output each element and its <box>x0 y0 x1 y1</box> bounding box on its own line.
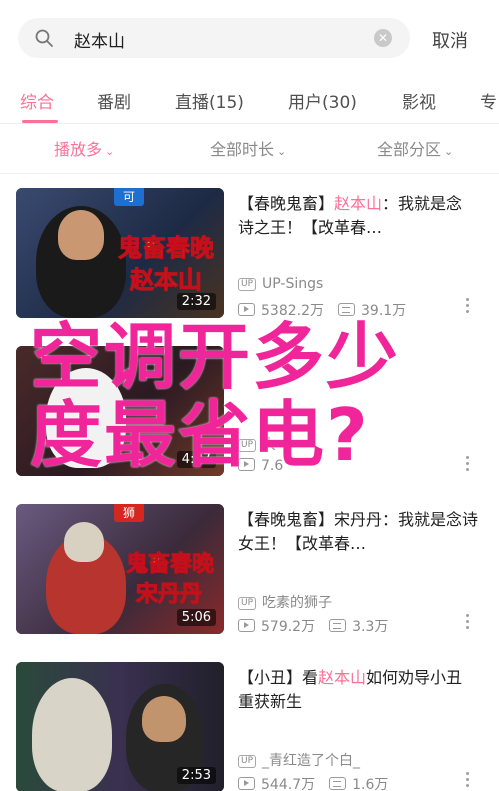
up-icon: UP <box>238 755 257 768</box>
filter-bar: 播放多 ⌄ 全部时长 ⌄ 全部分区 ⌄ <box>0 126 499 174</box>
search-bar-row: 赵本山 ✕ 取消 <box>0 0 499 74</box>
thumbnail-caption: 赵本山 <box>130 266 203 295</box>
more-options-icon[interactable] <box>466 614 470 632</box>
more-options-icon[interactable] <box>466 298 470 316</box>
overlay-line-2: 度最省电? <box>30 393 370 477</box>
video-duration: 2:53 <box>176 767 216 784</box>
cancel-button[interactable]: 取消 <box>432 27 468 53</box>
uploader[interactable]: UP 吃素的狮子 <box>238 592 332 612</box>
search-icon <box>35 29 53 47</box>
filter-duration[interactable]: 全部时长 ⌄ <box>210 136 286 160</box>
filter-sort-label: 播放多 <box>54 140 103 159</box>
tab-users[interactable]: 用户(30) <box>288 88 357 113</box>
tab-active-indicator <box>22 120 58 123</box>
tab-bangumi[interactable]: 番剧 <box>97 88 131 113</box>
danmaku-icon <box>329 777 347 790</box>
uploader[interactable]: UP _青红造了个白_ <box>238 750 360 770</box>
filter-zone-label: 全部分区 <box>377 140 442 159</box>
video-badge: 狮 <box>114 504 144 522</box>
chevron-down-icon: ⌄ <box>444 145 454 158</box>
overlay-headline: 空调开多少 度最省电? <box>30 318 490 474</box>
tab-bar: 综合 番剧 直播(15) 用户(30) 影视 专 <box>0 80 499 124</box>
tab-movies[interactable]: 影视 <box>402 88 436 113</box>
video-stats: 579.2万 3.3万 <box>238 616 388 636</box>
video-title[interactable]: 【春晚鬼畜】赵本山：我就是念诗之王！【改革春… <box>238 192 478 240</box>
danmaku-icon <box>329 619 347 632</box>
overlay-line-1: 空调开多少 <box>30 315 401 399</box>
filter-sort[interactable]: 播放多 ⌄ <box>54 136 114 160</box>
video-thumbnail[interactable]: 狮 鬼畜春晚 宋丹丹 5:06 <box>16 504 224 634</box>
list-item[interactable]: 狮 鬼畜春晚 宋丹丹 5:06 【春晚鬼畜】宋丹丹：我就是念诗女王！【改革春… … <box>0 504 499 654</box>
video-thumbnail[interactable]: 可 鬼畜春晚 赵本山 2:32 <box>16 188 224 318</box>
thumbnail-caption: 鬼畜春晚 <box>125 552 214 578</box>
video-title[interactable]: 【小丑】看赵本山如何劝导小丑重获新生 <box>238 666 478 714</box>
chevron-down-icon: ⌄ <box>277 145 287 158</box>
video-thumbnail[interactable]: 2:53 <box>16 662 224 791</box>
more-options-icon[interactable] <box>466 772 470 790</box>
tab-live[interactable]: 直播(15) <box>175 88 244 113</box>
up-icon: UP <box>238 597 257 610</box>
tab-all[interactable]: 综合 <box>20 88 54 113</box>
play-count-icon <box>238 777 255 790</box>
video-badge: 可 <box>114 188 144 206</box>
uploader[interactable]: UP UP-Sings <box>238 276 323 292</box>
video-duration: 2:32 <box>176 293 216 310</box>
up-icon: UP <box>238 278 257 291</box>
thumbnail-caption: 鬼畜春晚 <box>118 234 215 263</box>
video-stats: 544.7万 1.6万 <box>238 774 388 791</box>
clear-icon[interactable]: ✕ <box>374 29 392 47</box>
video-duration: 5:06 <box>176 609 216 626</box>
search-input[interactable]: 赵本山 <box>74 27 125 52</box>
filter-duration-label: 全部时长 <box>210 140 275 159</box>
filter-zone[interactable]: 全部分区 ⌄ <box>377 136 453 160</box>
search-box[interactable]: 赵本山 ✕ <box>18 18 410 58</box>
tab-special[interactable]: 专 <box>480 88 497 113</box>
video-title[interactable]: 【春晚鬼畜】宋丹丹：我就是念诗女王！【改革春… <box>238 508 478 556</box>
list-item[interactable]: 2:53 【小丑】看赵本山如何劝导小丑重获新生 UP _青红造了个白_ 544.7… <box>0 662 499 791</box>
play-count-icon <box>238 619 255 632</box>
chevron-down-icon: ⌄ <box>105 145 115 158</box>
thumbnail-caption: 宋丹丹 <box>135 582 202 608</box>
